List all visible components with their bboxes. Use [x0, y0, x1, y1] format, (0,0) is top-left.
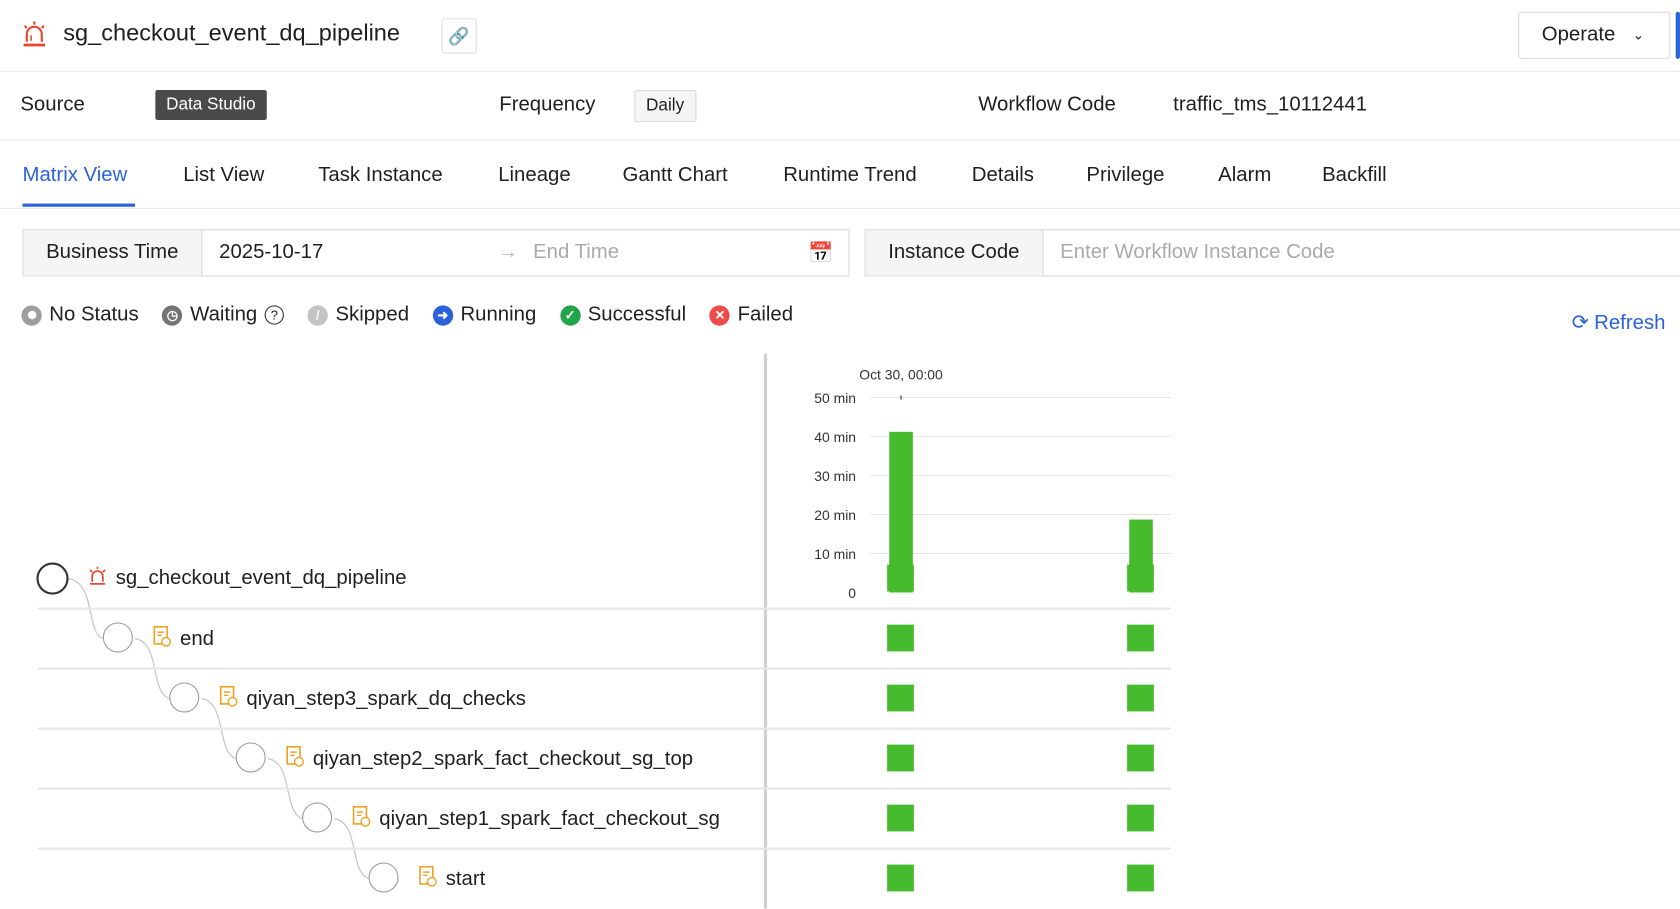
y-tick-label: 0: [848, 585, 856, 601]
pane-divider[interactable]: [763, 353, 768, 909]
status-legend: No Status ◷ Waiting? / Skipped ➜ Running ✓ S…: [21, 303, 793, 327]
tab-task-instance[interactable]: Task Instance: [318, 164, 442, 188]
task-file-icon: [418, 865, 437, 894]
node-label: sg_checkout_event_dq_pipeline: [115, 566, 407, 590]
running-arrow-icon: ➜: [432, 304, 453, 326]
instance-status-cell-successful[interactable]: [1127, 624, 1154, 652]
task-file-icon: [285, 745, 304, 774]
clock-icon: ◷: [162, 304, 183, 326]
workflow-node[interactable]: sg_checkout_event_dq_pipeline: [88, 566, 407, 592]
tab-matrix-view[interactable]: Matrix View: [22, 164, 127, 188]
refresh-button[interactable]: ⟳ Refresh: [1572, 311, 1666, 336]
tree-node-status[interactable]: [302, 802, 333, 833]
instance-code-label: Instance Code: [865, 230, 1044, 276]
copy-link-button[interactable]: 🔗: [441, 18, 477, 54]
check-icon: ✓: [559, 304, 581, 326]
legend-waiting: ◷ Waiting?: [162, 303, 285, 327]
link-icon: 🔗: [448, 27, 470, 46]
start-date-input[interactable]: 2025-10-17: [219, 241, 498, 265]
instance-status-cell-successful[interactable]: [1127, 564, 1154, 592]
instance-status-cell-successful[interactable]: [887, 864, 914, 892]
instance-status-cell-successful[interactable]: [1127, 804, 1154, 832]
chevron-down-icon: ⌄: [1632, 26, 1645, 43]
tab-gantt-chart[interactable]: Gantt Chart: [622, 164, 727, 188]
instance-status-cell-successful[interactable]: [887, 744, 914, 772]
workflow-alarm-icon: [23, 21, 45, 47]
node-label: qiyan_step3_spark_dq_checks: [246, 687, 526, 711]
tab-privilege[interactable]: Privilege: [1086, 164, 1164, 188]
y-tick-label: 50 min: [814, 390, 856, 406]
tab-lineage[interactable]: Lineage: [498, 164, 570, 188]
legend-failed: ✕ Failed: [709, 303, 793, 327]
task-file-icon: [219, 685, 238, 714]
instance-status-cell-successful[interactable]: [1127, 744, 1154, 772]
arrow-right-icon: →: [497, 241, 519, 264]
instance-status-cell-successful[interactable]: [1127, 864, 1154, 892]
tab-runtime-trend[interactable]: Runtime Trend: [783, 164, 917, 188]
legend-skipped: / Skipped: [307, 303, 409, 327]
tab-alarm[interactable]: Alarm: [1218, 164, 1271, 188]
y-tick-label: 30 min: [814, 468, 856, 484]
business-time-range[interactable]: Business Time 2025-10-17 → End Time 📅: [22, 229, 850, 277]
legend-no-status: No Status: [21, 303, 139, 327]
task-node[interactable]: qiyan_step1_spark_fact_checkout_sg: [351, 805, 720, 834]
active-tab-indicator: [22, 203, 135, 207]
primary-action-edge[interactable]: [1675, 11, 1680, 59]
node-label: start: [445, 867, 486, 891]
node-label: qiyan_step1_spark_fact_checkout_sg: [379, 807, 720, 831]
node-label: qiyan_step2_spark_fact_checkout_sg_top: [312, 747, 694, 771]
frequency-label: Frequency: [499, 93, 596, 116]
instance-status-cell-successful[interactable]: [887, 684, 914, 712]
instance-status-cell-successful[interactable]: [887, 624, 914, 652]
legend-successful: ✓ Successful: [559, 303, 686, 327]
help-icon[interactable]: ?: [264, 305, 285, 325]
tab-details[interactable]: Details: [972, 164, 1034, 188]
close-icon: ✕: [709, 304, 731, 326]
y-tick-label: 20 min: [814, 507, 856, 523]
tree-node-status[interactable]: [102, 622, 133, 653]
task-node[interactable]: end: [152, 625, 214, 654]
node-label: end: [179, 627, 214, 651]
no-status-icon: [21, 304, 42, 326]
source-tag: Data Studio: [155, 89, 267, 120]
tree-node-status[interactable]: [368, 862, 399, 893]
instance-status-cell-successful[interactable]: [887, 804, 914, 832]
page-title: sg_checkout_event_dq_pipeline: [63, 19, 401, 47]
instance-code-field[interactable]: Instance Code Enter Workflow Instance Co…: [864, 229, 1680, 277]
frequency-tag: Daily: [634, 89, 696, 123]
calendar-icon[interactable]: 📅: [808, 240, 833, 266]
refresh-icon: ⟳: [1571, 311, 1589, 335]
y-tick-label: 10 min: [814, 546, 856, 562]
task-file-icon: [351, 805, 371, 834]
source-label: Source: [20, 93, 85, 116]
end-date-input[interactable]: End Time: [533, 241, 808, 265]
workflow-alarm-icon: [88, 566, 107, 592]
x-tick-label: Oct 30, 00:00: [859, 366, 943, 382]
tree-node-status[interactable]: [235, 742, 266, 773]
task-node[interactable]: start: [418, 865, 486, 894]
task-node[interactable]: qiyan_step3_spark_dq_checks: [219, 685, 526, 714]
workflow-code-value: traffic_tms_10112441: [1173, 93, 1368, 116]
tab-backfill[interactable]: Backfill: [1322, 164, 1386, 188]
workflow-code-label: Workflow Code: [978, 93, 1116, 116]
instance-status-cell-successful[interactable]: [1127, 684, 1154, 712]
operate-dropdown[interactable]: Operate ⌄: [1518, 11, 1671, 59]
tree-node-status[interactable]: [169, 682, 200, 713]
runtime-bar-chart: 0 10 min 20 min 30 min 40 min 50 minOct 30, 0…: [814, 366, 1172, 601]
legend-running: ➜ Running: [432, 303, 536, 327]
business-time-label: Business Time: [23, 230, 203, 276]
tab-list-view[interactable]: List View: [183, 164, 264, 188]
instance-status-cell-successful[interactable]: [887, 564, 914, 592]
operate-label: Operate: [1541, 23, 1616, 47]
tree-node-status[interactable]: [36, 562, 69, 595]
instance-code-input[interactable]: Enter Workflow Instance Code: [1060, 241, 1335, 265]
task-file-icon: [152, 625, 172, 654]
task-node[interactable]: qiyan_step2_spark_fact_checkout_sg_top: [285, 745, 694, 774]
y-tick-label: 40 min: [814, 429, 856, 445]
skipped-icon: /: [307, 304, 328, 326]
